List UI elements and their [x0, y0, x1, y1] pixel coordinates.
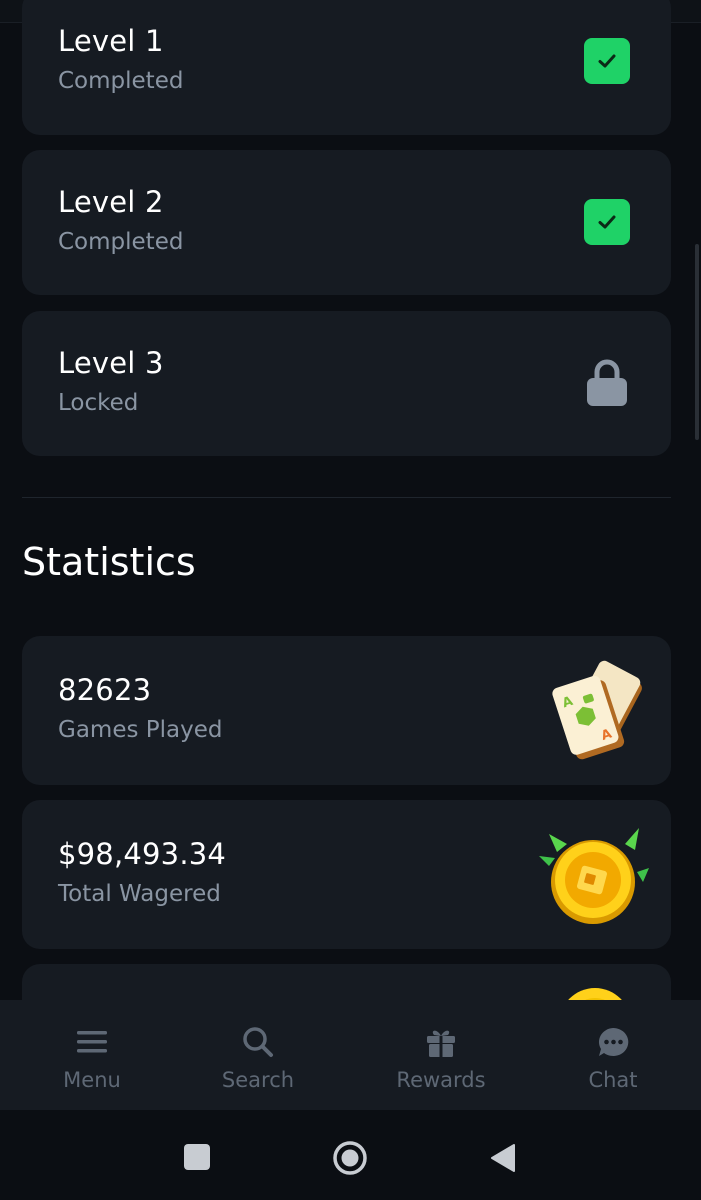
statistics-heading: Statistics [22, 540, 196, 584]
stat-value: $98,493.34 [58, 837, 227, 871]
stat-label: Total Wagered [58, 881, 221, 907]
nav-rewards-label: Rewards [396, 1068, 486, 1092]
back-button[interactable] [488, 1142, 516, 1174]
level-status: Locked [58, 390, 139, 416]
level-title: Level 1 [58, 24, 164, 58]
level-card-1[interactable]: Level 1 Completed [22, 0, 671, 135]
scrollbar[interactable] [695, 244, 699, 440]
nav-chat-label: Chat [588, 1068, 638, 1092]
nav-chat[interactable]: Chat [553, 1024, 673, 1092]
level-status: Completed [58, 68, 184, 94]
stat-card-games-played: 82623 Games Played A A [22, 636, 671, 785]
app-screen: Level 1 Completed Level 2 Completed Leve… [0, 0, 701, 1200]
stat-card-total-wagered: $98,493.34 Total Wagered [22, 800, 671, 949]
stat-label: Games Played [58, 717, 223, 743]
nav-rewards[interactable]: Rewards [381, 1024, 501, 1092]
recents-button[interactable] [184, 1144, 210, 1170]
nav-menu-label: Menu [63, 1068, 121, 1092]
lock-icon [585, 358, 629, 408]
home-button[interactable] [332, 1140, 368, 1176]
check-icon [584, 199, 630, 245]
check-icon [584, 38, 630, 84]
level-title: Level 2 [58, 185, 164, 219]
level-card-3[interactable]: Level 3 Locked [22, 311, 671, 456]
section-divider [22, 497, 671, 498]
level-title: Level 3 [58, 346, 164, 380]
level-status: Completed [58, 229, 184, 255]
nav-search[interactable]: Search [198, 1024, 318, 1092]
menu-icon [74, 1024, 110, 1060]
nav-menu[interactable]: Menu [32, 1024, 152, 1092]
gold-coin-icon [535, 822, 651, 932]
mahjong-tiles-icon: A A [541, 654, 651, 766]
system-nav-bar [0, 1110, 701, 1200]
nav-search-label: Search [221, 1068, 295, 1092]
bottom-nav: Menu Search Rewards Chat [0, 1000, 701, 1110]
gift-icon [423, 1024, 459, 1060]
level-card-2[interactable]: Level 2 Completed [22, 150, 671, 295]
stat-value: 82623 [58, 673, 152, 707]
chat-icon [595, 1024, 631, 1060]
search-icon [240, 1024, 276, 1060]
